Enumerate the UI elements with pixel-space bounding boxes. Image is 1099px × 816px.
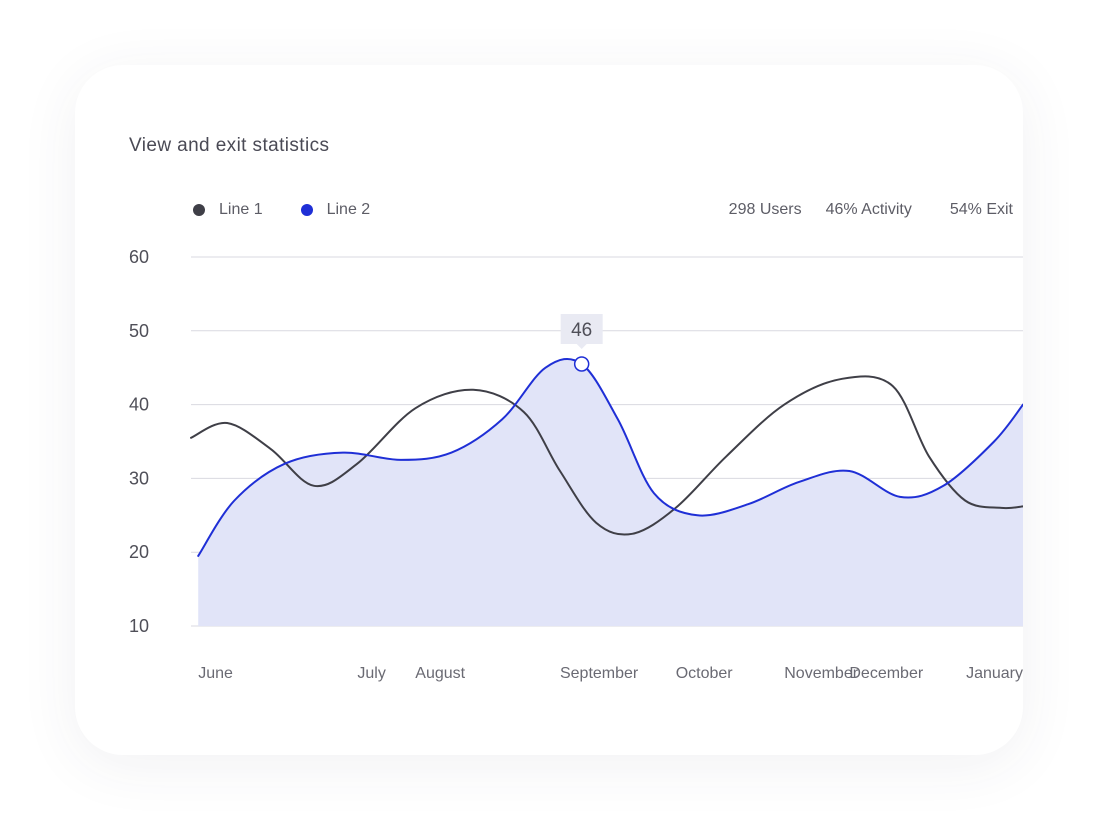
y-tick-label-60: 60	[129, 247, 149, 267]
line-chart: 10 20 30 40 50 60 June July August September Octob…	[129, 247, 1023, 682]
x-tick-label-november: November	[784, 665, 858, 682]
x-tick-label-september: September	[560, 665, 639, 682]
y-tick-label-40: 40	[129, 395, 149, 415]
x-tick-label-october: October	[676, 665, 734, 682]
tooltip-arrow	[576, 344, 587, 350]
x-tick-label-december: December	[849, 665, 923, 682]
highlight-point	[573, 356, 590, 372]
x-tick-label-august: August	[415, 665, 465, 682]
y-tick-label-50: 50	[129, 321, 149, 341]
y-tick-label-30: 30	[129, 468, 149, 488]
chart-card: View and exit statistics Line 1 Line 2 2…	[75, 65, 1023, 755]
y-tick-label-20: 20	[129, 542, 149, 562]
y-tick-label-10: 10	[129, 616, 149, 636]
series-area-2	[198, 358, 1023, 626]
x-tick-label-june: June	[198, 665, 233, 682]
x-tick-label-july: July	[357, 665, 385, 682]
x-tick-label-january: January	[966, 665, 1023, 682]
tooltip-value: 46	[571, 320, 592, 341]
